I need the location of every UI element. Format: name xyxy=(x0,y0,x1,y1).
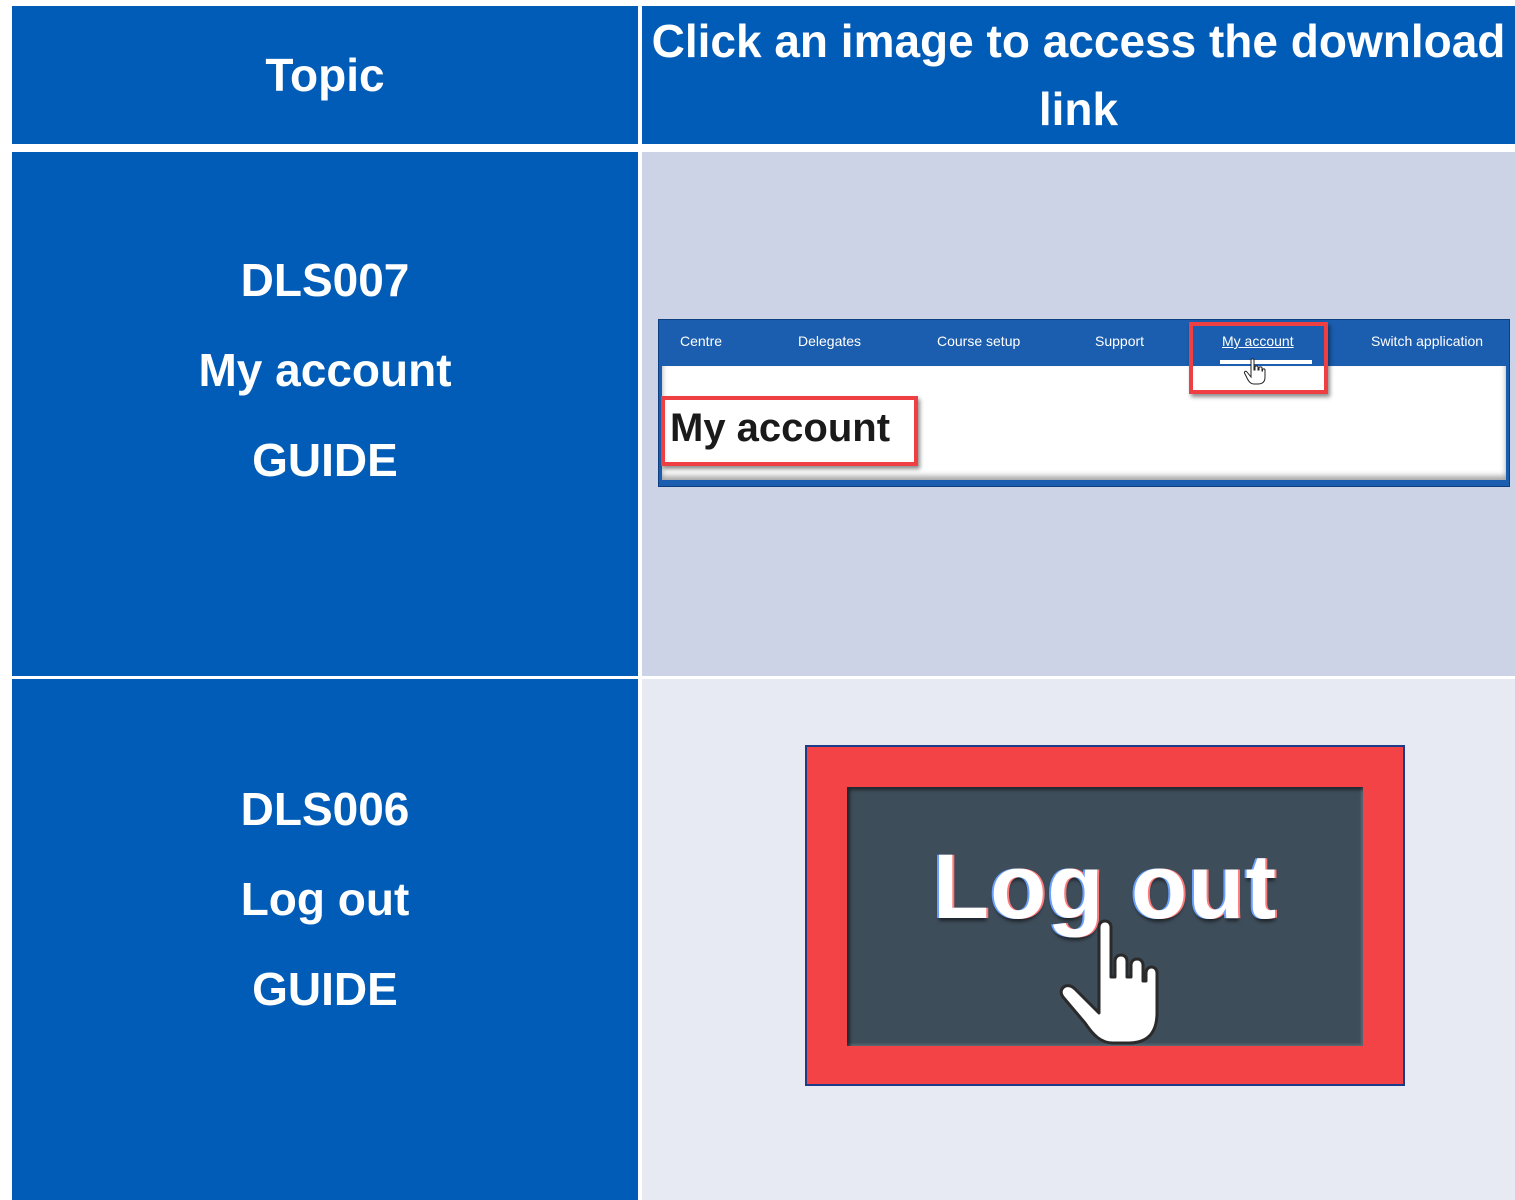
topic-type: GUIDE xyxy=(252,963,398,1015)
topic-cell-dls007: DLS007 My account GUIDE xyxy=(12,152,638,676)
header-instruction-label: Click an image to access the download li… xyxy=(651,15,1506,135)
nav-item-delegates: Delegates xyxy=(798,333,862,349)
topic-cell-dls006: DLS006 Log out GUIDE xyxy=(12,679,638,1200)
image-cell-dls007: Centre Delegates Course setup Support My… xyxy=(642,152,1515,676)
hand-pointer-icon xyxy=(1243,358,1266,385)
nav-item-course-setup: Course setup xyxy=(937,333,1021,349)
header-topic-label: Topic xyxy=(265,49,385,101)
topic-type: GUIDE xyxy=(252,434,398,486)
hand-pointer-icon xyxy=(1059,919,1159,1045)
header-topic: Topic xyxy=(12,6,638,144)
topic-name: My account xyxy=(198,344,452,396)
nav-item-support: Support xyxy=(1095,333,1145,349)
heading-highlight-box xyxy=(661,396,918,466)
header-instruction: Click an image to access the download li… xyxy=(642,6,1515,144)
topic-code: DLS006 xyxy=(240,783,410,835)
image-cell-dls006: Log out xyxy=(642,679,1515,1200)
topic-name: Log out xyxy=(240,873,410,925)
log-out-download-image[interactable]: Log out xyxy=(805,745,1405,1086)
nav-item-switch-application: Switch application xyxy=(1371,333,1484,349)
topic-code: DLS007 xyxy=(240,254,410,306)
nav-item-centre: Centre xyxy=(680,333,723,349)
log-out-button-graphic: Log out xyxy=(847,787,1363,1046)
my-account-download-image[interactable]: Centre Delegates Course setup Support My… xyxy=(658,319,1510,487)
thumbnail-nav-bar: Centre Delegates Course setup Support My… xyxy=(659,320,1509,366)
